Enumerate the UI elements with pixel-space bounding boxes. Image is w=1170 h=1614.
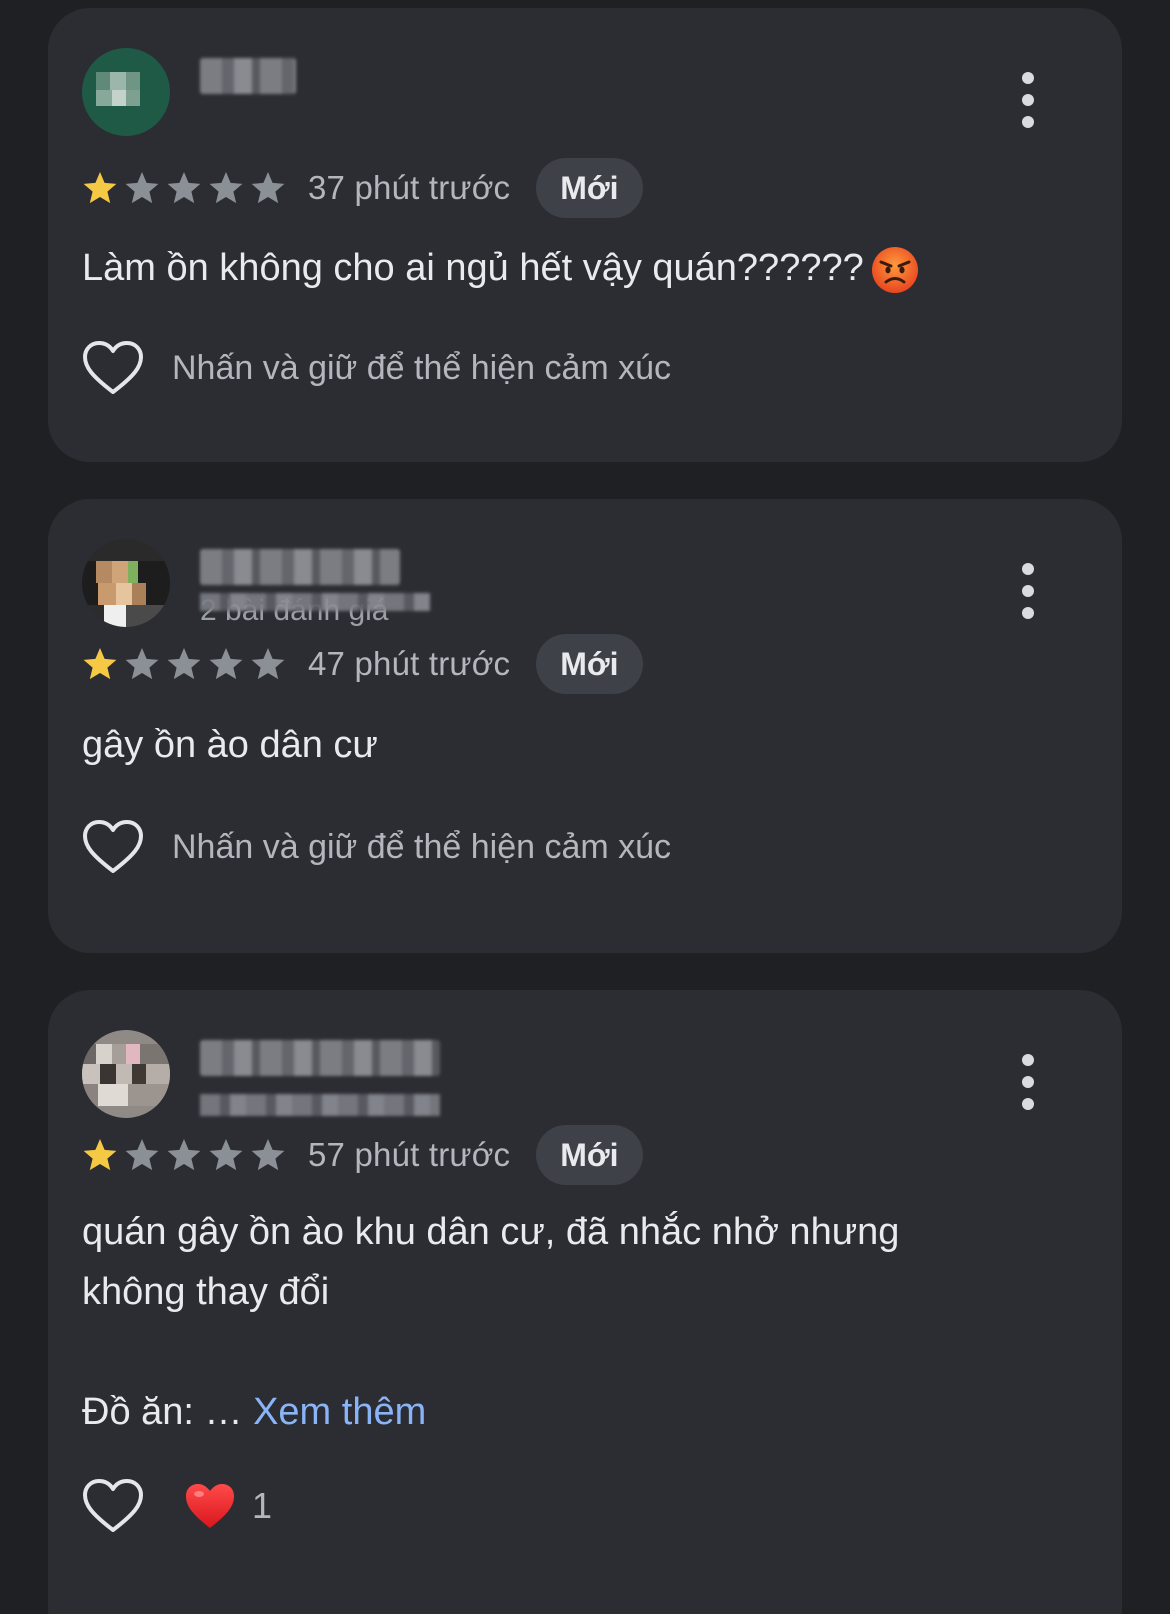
rating-row: 37 phút trước Mới bbox=[82, 158, 643, 218]
review-header bbox=[82, 1030, 1082, 1122]
new-badge: Mới bbox=[536, 158, 643, 218]
star-rating bbox=[82, 646, 292, 682]
blurred-name bbox=[200, 549, 400, 585]
reaction-row: 1 bbox=[82, 1474, 272, 1538]
review-count bbox=[200, 1084, 440, 1120]
reaction-hint: Nhấn và giữ để thể hiện cảm xúc bbox=[172, 827, 672, 866]
reaction-hint: Nhấn và giữ để thể hiện cảm xúc bbox=[172, 348, 672, 387]
star-icon bbox=[125, 648, 159, 680]
review-count: 2 bài đánh giá bbox=[200, 593, 430, 629]
heart-outline-icon[interactable] bbox=[82, 340, 144, 396]
review-body: Làm ồn không cho ai ngủ hết vậy quán????… bbox=[82, 247, 864, 289]
review-text: Làm ồn không cho ai ngủ hết vậy quán????… bbox=[82, 238, 1062, 298]
reaction-count: 1 bbox=[252, 1485, 273, 1526]
star-rating bbox=[82, 1137, 292, 1173]
avatar[interactable] bbox=[82, 539, 170, 627]
review-time: 37 phút trước bbox=[308, 169, 511, 206]
star-icon bbox=[83, 648, 117, 680]
more-vertical-icon bbox=[1022, 72, 1034, 84]
more-vertical-icon bbox=[1022, 1054, 1034, 1066]
reviews-feed: 37 phút trước Mới Làm ồn không cho ai ng… bbox=[0, 0, 1170, 1614]
avatar[interactable] bbox=[82, 1030, 170, 1118]
blurred-name bbox=[200, 58, 296, 94]
more-vertical-icon bbox=[1022, 563, 1034, 575]
star-icon bbox=[209, 172, 243, 204]
new-badge: Mới bbox=[536, 634, 643, 694]
star-icon bbox=[125, 1139, 159, 1171]
star-icon bbox=[167, 648, 201, 680]
review-card: 57 phút trước Mới quán gây ồn ào khu dân… bbox=[48, 990, 1122, 1614]
star-icon bbox=[209, 1139, 243, 1171]
more-options-button[interactable] bbox=[1008, 70, 1048, 130]
reviewer-name[interactable]: 2 bài đánh giá bbox=[200, 549, 430, 629]
review-text: gây ồn ào dân cư bbox=[82, 724, 378, 766]
blurred-name bbox=[200, 1040, 440, 1076]
reaction-row: Nhấn và giữ để thể hiện cảm xúc bbox=[82, 336, 671, 400]
review-text: quán gây ồn ào khu dân cư, đã nhắc nhở n… bbox=[82, 1202, 1062, 1442]
star-icon bbox=[83, 172, 117, 204]
more-options-button[interactable] bbox=[1008, 1052, 1048, 1112]
new-badge: Mới bbox=[536, 1125, 643, 1185]
star-icon bbox=[251, 172, 285, 204]
heart-outline-icon[interactable] bbox=[82, 819, 144, 875]
review-time: 57 phút trước bbox=[308, 1136, 511, 1173]
star-icon bbox=[167, 172, 201, 204]
review-body: quán gây ồn ào khu dân cư, đã nhắc nhở n… bbox=[82, 1211, 900, 1433]
reviewer-name[interactable] bbox=[200, 58, 296, 94]
review-card: 2 bài đánh giá 47 phút trước Mới gây ồn … bbox=[48, 499, 1122, 953]
rating-row: 57 phút trước Mới bbox=[82, 1125, 643, 1185]
see-more-link[interactable]: Xem thêm bbox=[253, 1391, 426, 1433]
star-icon bbox=[209, 648, 243, 680]
review-card: 37 phút trước Mới Làm ồn không cho ai ng… bbox=[48, 8, 1122, 462]
angry-face-icon bbox=[871, 246, 918, 293]
heart-outline-icon[interactable] bbox=[82, 1478, 144, 1534]
star-icon bbox=[125, 172, 159, 204]
more-options-button[interactable] bbox=[1008, 561, 1048, 621]
star-rating bbox=[82, 170, 292, 206]
review-header bbox=[82, 48, 1082, 140]
review-time: 47 phút trước bbox=[308, 645, 511, 682]
reaction-summary[interactable]: 1 bbox=[184, 1482, 272, 1530]
avatar[interactable] bbox=[82, 48, 170, 136]
review-header: 2 bài đánh giá bbox=[82, 539, 1082, 631]
reaction-row: Nhấn và giữ để thể hiện cảm xúc bbox=[82, 815, 671, 879]
star-icon bbox=[251, 1139, 285, 1171]
rating-row: 47 phút trước Mới bbox=[82, 634, 643, 694]
red-heart-icon bbox=[186, 1484, 234, 1528]
star-icon bbox=[251, 648, 285, 680]
star-icon bbox=[83, 1139, 117, 1171]
reviewer-name[interactable] bbox=[200, 1040, 440, 1120]
star-icon bbox=[167, 1139, 201, 1171]
